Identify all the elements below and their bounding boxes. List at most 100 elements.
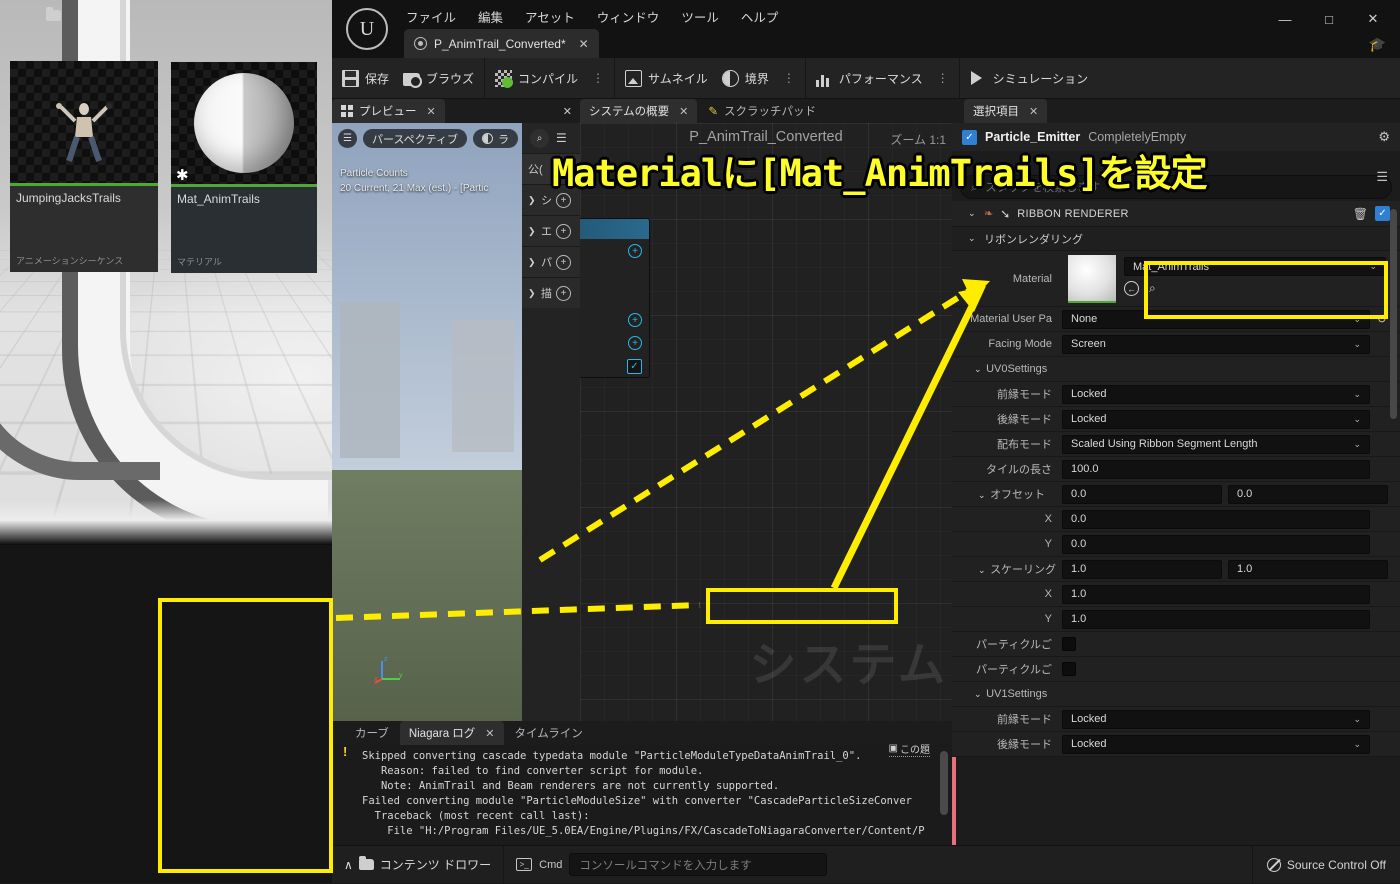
uv0-offset-x-field[interactable]: 0.0 <box>1062 509 1370 529</box>
stack-strip-row-4[interactable]: ❯ 描 + <box>522 277 580 308</box>
property-row-uv0-offset-y[interactable]: Y 0.0 <box>952 532 1400 557</box>
add-icon[interactable]: + <box>556 285 571 301</box>
property-row-uv0-scaling-y[interactable]: Y 1.0 <box>952 607 1400 632</box>
graph-canvas[interactable]: P_AnimTrail_Converted ズーム 1:1 システム nvert… <box>580 123 952 721</box>
property-row-uv1-back-edge-mode[interactable]: 後縁モード Locked ⌄ <box>952 732 1400 757</box>
property-row-uv0-offset-x[interactable]: X 0.0 <box>952 507 1400 532</box>
uv1-back-edge-dropdown[interactable]: Locked ⌄ <box>1062 734 1370 754</box>
compile-button[interactable]: コンパイル <box>495 69 578 88</box>
asset-tile-jumpingjackstrails[interactable]: JumpingJacksTrails アニメーションシーケンス <box>10 61 158 274</box>
performance-button[interactable]: パフォーマンス <box>815 70 923 87</box>
property-row-uv0-back-edge-mode[interactable]: 後縁モード Locked ⌄ <box>952 407 1400 432</box>
browse-button[interactable]: ブラウズ <box>403 70 474 88</box>
property-group-uv0-scaling[interactable]: ⌄ スケーリング 1.0 1.0 <box>952 557 1400 582</box>
tab-scratch-pad[interactable]: ✎ スクラッチパッド <box>699 99 825 123</box>
simulate-button[interactable]: シミュレーション <box>970 70 1088 87</box>
menu-asset[interactable]: アセット <box>525 7 575 26</box>
section-ribbon-renderer[interactable]: ⌄ ❧ ➘ RIBBON RENDERER 🗑 ✓ <box>952 201 1400 227</box>
gear-icon[interactable]: ⚙ <box>1378 129 1390 145</box>
tab-niagara-log[interactable]: Niagara ログ ✕ <box>399 721 504 745</box>
property-group-uv0-offset[interactable]: ⌄ オフセット 0.0 0.0 <box>952 482 1400 507</box>
close-icon[interactable]: ✕ <box>579 37 589 51</box>
stack-strip-row-2[interactable]: ❯ エ + <box>522 215 580 246</box>
lit-mode-dropdown[interactable]: ラ <box>473 129 519 148</box>
bounds-options-icon[interactable]: ⋮ <box>783 71 795 85</box>
system-node-row[interactable]: ミ✓ <box>580 354 649 377</box>
property-row-material[interactable]: Material Mat_AnimTrails ⌄ ← ⌕ <box>952 251 1400 307</box>
document-tab[interactable]: P_AnimTrail_Converted* ✕ <box>404 29 599 58</box>
menu-help[interactable]: ヘルプ <box>741 7 779 26</box>
property-row-material-user-param[interactable]: Material User Pa None ⌄ ↺ <box>952 307 1400 332</box>
property-row-per-particle-2[interactable]: パーティクルご <box>952 657 1400 682</box>
log-output[interactable]: Skipped converting cascade typedata modu… <box>332 745 952 845</box>
material-thumbnail[interactable] <box>1068 255 1116 303</box>
add-icon[interactable]: + <box>556 254 571 270</box>
uv0-scaling-x-input[interactable]: 1.0 <box>1062 559 1222 579</box>
close-icon[interactable]: ✕ <box>679 105 688 118</box>
tab-timeline[interactable]: タイムライン <box>506 721 592 745</box>
subsection-ribbon-rendering[interactable]: ⌄ リボンレンダリング <box>952 227 1400 251</box>
save-button[interactable]: 保存 <box>342 69 389 87</box>
section-enable-checkbox[interactable]: ✓ <box>1375 206 1390 221</box>
system-node-row[interactable]: ータ <box>580 262 649 285</box>
hamburger-menu-icon[interactable]: ☰ <box>338 129 357 148</box>
property-row-uv0-tiling-length[interactable]: タイルの長さ 100.0 <box>952 457 1400 482</box>
system-node-row[interactable]: ン+ <box>580 308 649 331</box>
property-row-uv0-front-edge-mode[interactable]: 前縁モード Locked ⌄ <box>952 382 1400 407</box>
menu-edit[interactable]: 編集 <box>478 7 503 26</box>
uv0-scaling-y-field[interactable]: 1.0 <box>1062 609 1370 629</box>
stack-search-input[interactable]: ⌕ スタックを検索します <box>960 175 1392 199</box>
chevron-down-icon[interactable]: ⌄ <box>978 490 987 501</box>
stack-strip-row-1[interactable]: ❯ シ + <box>522 184 580 215</box>
close-icon[interactable]: ✕ <box>1029 105 1038 118</box>
menu-tools[interactable]: ツール <box>681 7 719 26</box>
log-link[interactable]: ▣ この題 <box>888 741 930 757</box>
source-control-button[interactable]: Source Control Off <box>1251 846 1400 884</box>
uv0-offset-x-input[interactable]: 0.0 <box>1062 484 1222 504</box>
graduation-cap-icon[interactable]: 🎓 <box>1369 36 1386 53</box>
system-node-row[interactable]: + <box>580 239 649 262</box>
uv1-front-edge-dropdown[interactable]: Locked ⌄ <box>1062 709 1370 729</box>
menu-window[interactable]: ウィンドウ <box>597 7 660 26</box>
uv0-back-edge-dropdown[interactable]: Locked ⌄ <box>1062 409 1370 429</box>
material-dropdown[interactable]: Mat_AnimTrails ⌄ <box>1124 257 1386 276</box>
close-icon[interactable]: ✕ <box>485 727 494 740</box>
performance-options-icon[interactable]: ⋮ <box>937 71 949 85</box>
add-icon[interactable]: + <box>628 313 642 327</box>
close-icon[interactable]: ✕ <box>563 105 572 118</box>
chevron-down-icon[interactable]: ⌄ <box>974 364 983 375</box>
tab-preview[interactable]: プレビュー ✕ <box>332 99 445 123</box>
revert-icon[interactable]: ↺ <box>1376 312 1388 326</box>
close-button[interactable]: ✕ <box>1352 6 1394 32</box>
material-user-param-dropdown[interactable]: None ⌄ <box>1062 309 1370 329</box>
filter-icon[interactable]: ☰ <box>1376 169 1388 185</box>
add-icon[interactable]: + <box>556 223 571 239</box>
maximize-button[interactable]: □ <box>1308 6 1350 32</box>
compile-options-icon[interactable]: ⋮ <box>592 71 604 85</box>
browse-to-asset-icon[interactable]: ⌕ <box>1149 281 1156 296</box>
close-icon[interactable]: ✕ <box>427 105 436 118</box>
use-selected-asset-icon[interactable]: ← <box>1124 281 1139 296</box>
uv0-offset-y-field[interactable]: 0.0 <box>1062 534 1370 554</box>
uv0-scaling-y-input[interactable]: 1.0 <box>1228 559 1388 579</box>
property-row-uv0-scaling-x[interactable]: X 1.0 <box>952 582 1400 607</box>
add-icon[interactable]: + <box>628 244 642 258</box>
property-row-uv0-distribution-mode[interactable]: 配布モード Scaled Using Ribbon Segment Length… <box>952 432 1400 457</box>
perspective-dropdown[interactable]: パースペクティブ <box>363 129 468 148</box>
property-row-uv1-front-edge-mode[interactable]: 前縁モード Locked ⌄ <box>952 707 1400 732</box>
chevron-down-icon[interactable]: ⌄ <box>968 208 977 219</box>
add-icon[interactable]: + <box>628 336 642 350</box>
bounds-button[interactable]: 境界 <box>721 69 769 87</box>
system-node[interactable]: nverted + ータ ティ ン+ + ミ✓ <box>580 218 650 378</box>
uv0-distribution-dropdown[interactable]: Scaled Using Ribbon Segment Length ⌄ <box>1062 434 1370 454</box>
add-icon[interactable]: + <box>556 192 571 208</box>
property-group-uv1settings[interactable]: ⌄ UV1Settings <box>952 682 1400 707</box>
content-drawer-button[interactable]: ∧ コンテンツ ドロワー <box>332 845 505 884</box>
checkbox[interactable] <box>1062 637 1076 651</box>
properties-scrollbar[interactable] <box>1390 209 1397 419</box>
property-row-per-particle-1[interactable]: パーティクルご <box>952 632 1400 657</box>
console-command-input[interactable]: コンソールコマンドを入力します <box>569 853 828 876</box>
search-icon[interactable]: ⌕ <box>530 128 549 148</box>
chevron-down-icon[interactable]: ⌄ <box>974 689 983 700</box>
tab-selection[interactable]: 選択項目 ✕ <box>964 99 1048 123</box>
